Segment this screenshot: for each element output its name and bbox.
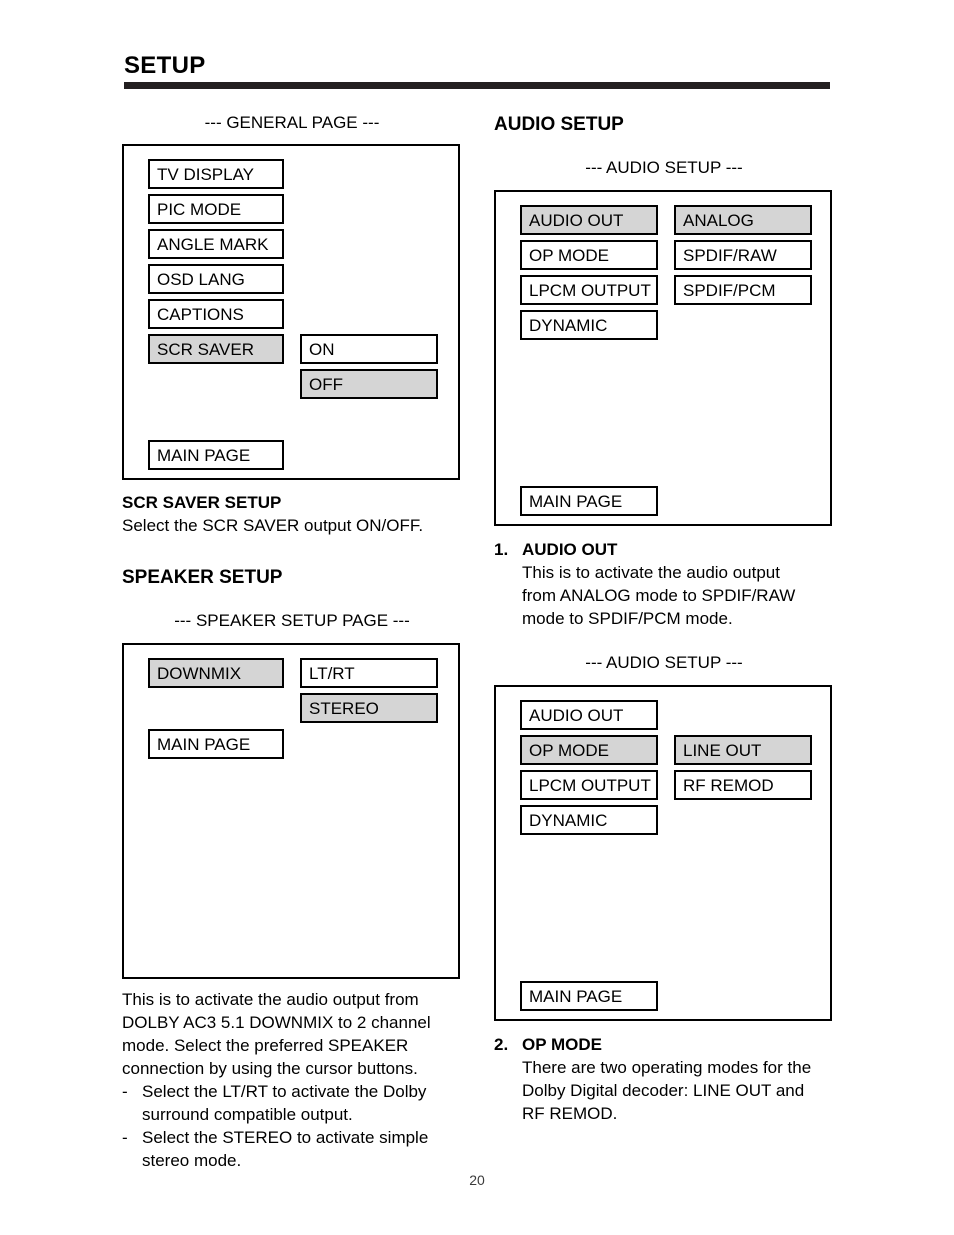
scr-saver-setup-heading: SCR SAVER SETUP [122,493,282,512]
menu-item-main-page[interactable]: MAIN PAGE [148,440,284,470]
page-title: SETUP [124,52,206,79]
bullet-text: Select the LT/RT to activate the Dolby s… [142,1082,427,1124]
menu-item-pic-mode[interactable]: PIC MODE [148,194,284,224]
bullet-text: Select the STEREO to activate simple ste… [142,1128,429,1170]
speaker-setup-heading: SPEAKER SETUP [122,567,283,588]
list-title: AUDIO OUT [522,540,618,559]
submenu-item-spdif-pcm[interactable]: SPDIF/PCM [674,275,812,305]
bullet-marker: - [122,1082,128,1101]
submenu-item-spdif-raw[interactable]: SPDIF/RAW [674,240,812,270]
list-body-line-2: Dolby Digital decoder: LINE OUT and [522,1081,805,1100]
op-mode-description: 2. OP MODE There are two operating modes… [494,1033,834,1125]
audio-setup-caption-1: --- AUDIO SETUP --- [585,158,743,177]
audio-setup-osd-panel-1: AUDIO OUT OP MODE LPCM OUTPUT DYNAMIC AN… [494,190,832,526]
left-column: --- GENERAL PAGE --- TV DISPLAY PIC MODE… [122,104,462,1172]
menu-item-audio-out[interactable]: AUDIO OUT [520,700,658,730]
menu-item-main-page[interactable]: MAIN PAGE [148,729,284,759]
menu-item-tv-display[interactable]: TV DISPLAY [148,159,284,189]
submenu-item-off[interactable]: OFF [300,369,438,399]
audio-setup-heading: AUDIO SETUP [494,114,624,135]
speaker-bullet-1: - Select the LT/RT to activate the Dolby… [122,1080,462,1126]
general-page-caption: --- GENERAL PAGE --- [204,113,380,132]
submenu-item-lt-rt[interactable]: LT/RT [300,658,438,688]
manual-page: SETUP --- GENERAL PAGE --- TV DISPLAY PI… [0,0,954,1235]
menu-item-op-mode[interactable]: OP MODE [520,735,658,765]
menu-item-main-page[interactable]: MAIN PAGE [520,981,658,1011]
menu-item-downmix[interactable]: DOWNMIX [148,658,284,688]
list-number: 2. [494,1035,509,1054]
audio-setup-osd-panel-2: AUDIO OUT OP MODE LPCM OUTPUT DYNAMIC LI… [494,685,832,1021]
speaker-body-line-4: connection by using the cursor buttons. [122,1059,418,1078]
speaker-body-line-1: This is to activate the audio output fro… [122,990,419,1009]
list-body-line-2: from ANALOG mode to SPDIF/RAW [522,586,796,605]
general-page-osd-panel: TV DISPLAY PIC MODE ANGLE MARK OSD LANG … [122,144,460,480]
menu-item-main-page[interactable]: MAIN PAGE [520,486,658,516]
list-body-line-1: This is to activate the audio output [522,563,780,582]
submenu-item-line-out[interactable]: LINE OUT [674,735,812,765]
speaker-body-line-3: mode. Select the preferred SPEAKER [122,1036,409,1055]
menu-item-audio-out[interactable]: AUDIO OUT [520,205,658,235]
submenu-item-on[interactable]: ON [300,334,438,364]
menu-item-dynamic[interactable]: DYNAMIC [520,310,658,340]
menu-item-captions[interactable]: CAPTIONS [148,299,284,329]
menu-item-dynamic[interactable]: DYNAMIC [520,805,658,835]
page-number: 20 [469,1172,485,1188]
menu-item-scr-saver[interactable]: SCR SAVER [148,334,284,364]
header-divider [124,82,830,89]
menu-item-lpcm-output[interactable]: LPCM OUTPUT [520,770,658,800]
menu-item-osd-lang[interactable]: OSD LANG [148,264,284,294]
speaker-bullet-2: - Select the STEREO to activate simple s… [122,1126,462,1172]
scr-saver-setup-body: Select the SCR SAVER output ON/OFF. [122,516,424,535]
list-title: OP MODE [522,1035,602,1054]
audio-out-description: 1. AUDIO OUT This is to activate the aud… [494,538,834,630]
menu-item-lpcm-output[interactable]: LPCM OUTPUT [520,275,658,305]
audio-setup-caption-2: --- AUDIO SETUP --- [585,653,743,672]
list-number: 1. [494,540,509,559]
list-body-line-3: mode to SPDIF/PCM mode. [522,609,733,628]
right-column: AUDIO SETUP --- AUDIO SETUP --- AUDIO OU… [494,104,834,1125]
menu-item-angle-mark[interactable]: ANGLE MARK [148,229,284,259]
submenu-item-stereo[interactable]: STEREO [300,693,438,723]
submenu-item-analog[interactable]: ANALOG [674,205,812,235]
speaker-body-line-2: DOLBY AC3 5.1 DOWNMIX to 2 channel [122,1013,431,1032]
bullet-marker: - [122,1128,128,1147]
list-body-line-3: RF REMOD. [522,1104,618,1123]
speaker-setup-osd-panel: DOWNMIX LT/RT STEREO MAIN PAGE [122,643,460,979]
menu-item-op-mode[interactable]: OP MODE [520,240,658,270]
speaker-setup-caption: --- SPEAKER SETUP PAGE --- [174,611,410,630]
list-body-line-1: There are two operating modes for the [522,1058,812,1077]
submenu-item-rf-remod[interactable]: RF REMOD [674,770,812,800]
